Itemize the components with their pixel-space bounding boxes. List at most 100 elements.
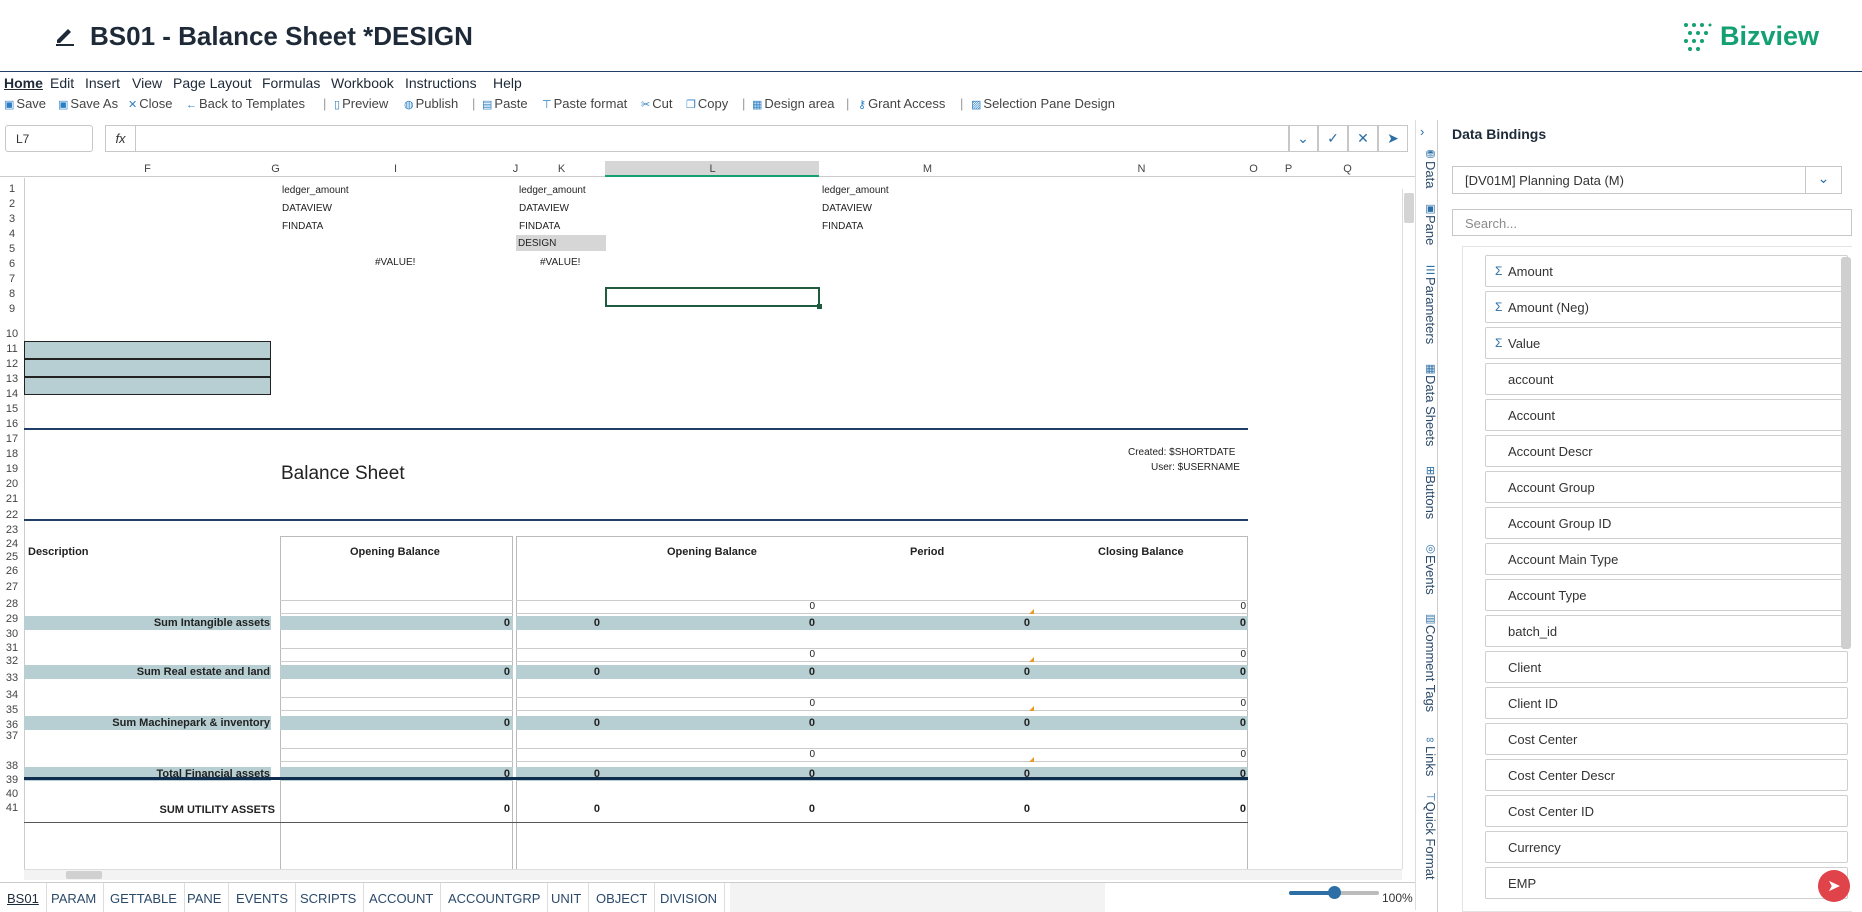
sum-value[interactable]: 0 [460,717,510,729]
row-header-6[interactable]: 6 [0,258,24,270]
sum-value[interactable]: 0 [765,666,815,678]
side-tab-parameters[interactable]: ☰Parameters [1416,264,1438,344]
row-header-2[interactable]: 2 [0,198,24,210]
row-header-12[interactable]: 12 [0,358,24,370]
tab-division[interactable]: DIVISION [653,883,726,912]
cell-k1[interactable]: ledger_amount [519,185,586,196]
sum-value[interactable]: 0 [980,717,1030,729]
col-l[interactable]: L [705,163,720,175]
row-header-38[interactable]: 38 [0,760,24,772]
detail-value[interactable]: 0 [1196,601,1246,612]
menu-workbook[interactable]: Workbook [331,75,394,91]
side-tab-data[interactable]: ⛃Data [1416,148,1438,188]
input-cell[interactable] [516,648,606,662]
side-tab-data-sheets[interactable]: ▦Data Sheets [1416,362,1438,447]
horizontal-scrollbar[interactable] [24,869,1402,880]
input-cell[interactable] [820,748,1035,762]
col-o[interactable]: O [1246,163,1261,175]
header-closing-balance[interactable]: Closing Balance [1098,546,1184,558]
row-header-17[interactable]: 17 [0,433,24,445]
tab-accountgrp[interactable]: ACCOUNTGRP [441,883,549,912]
side-tab-buttons[interactable]: ⊞Buttons [1416,466,1438,519]
detail-value[interactable]: 0 [1196,698,1246,709]
row-header-41[interactable]: 41 [0,802,24,814]
row-header-37[interactable]: 37 [0,730,24,742]
sum-value[interactable]: 0 [460,617,510,629]
report-title[interactable]: Balance Sheet [281,463,405,485]
colored-cell[interactable] [24,377,271,395]
send-icon[interactable]: ➤ [1378,125,1408,152]
paste-format-button[interactable]: ⊤ Paste format [542,96,627,111]
tab-events[interactable]: EVENTS [229,883,297,912]
close-button[interactable]: ✕ Close [128,96,172,111]
field-item[interactable]: Account [1485,399,1848,431]
row-header-19[interactable]: 19 [0,463,24,475]
row-header-7[interactable]: 7 [0,273,24,285]
row-header-27[interactable]: 27 [0,581,24,593]
zoom-slider[interactable] [1289,886,1379,899]
chevron-down-icon[interactable]: ⌄ [1805,167,1841,193]
col-i[interactable]: I [388,163,403,175]
sum-value[interactable]: 0 [550,617,600,629]
header-opening-balance-1[interactable]: Opening Balance [350,546,440,558]
sum-utility-value[interactable]: 0 [980,803,1030,815]
menu-edit[interactable]: Edit [50,75,74,91]
cancel-icon[interactable]: ✕ [1348,125,1378,152]
tab-gettable[interactable]: GETTABLE [103,883,185,912]
cell-m2[interactable]: DATAVIEW [822,203,872,214]
field-item[interactable]: Account Main Type [1485,543,1848,575]
sum-value[interactable]: 0 [1196,666,1246,678]
header-description[interactable]: Description [28,546,89,558]
input-cell[interactable] [820,697,1035,711]
design-area-button[interactable]: ▦ Design area [752,96,835,111]
row-header-1[interactable]: 1 [0,183,24,195]
menu-home[interactable]: Home [4,75,43,91]
sum-row-label[interactable]: Sum Machinepark & inventory [60,717,270,729]
menu-formulas[interactable]: Formulas [262,75,320,91]
row-header-18[interactable]: 18 [0,448,24,460]
header-period[interactable]: Period [910,546,944,558]
row-header-3[interactable]: 3 [0,213,24,225]
sum-utility-value[interactable]: 0 [550,803,600,815]
input-cell[interactable] [516,697,606,711]
chevron-right-icon[interactable]: › [1420,124,1424,139]
tab-unit[interactable]: UNIT [544,883,590,912]
horizontal-scroll-thumb[interactable] [66,871,102,879]
function-button[interactable]: fx [105,125,135,152]
row-header-13[interactable]: 13 [0,373,24,385]
field-item[interactable]: Client ID [1485,687,1848,719]
col-q[interactable]: Q [1340,163,1355,175]
cell-i5[interactable]: #VALUE! [375,257,415,268]
field-item[interactable]: Account Group [1485,471,1848,503]
field-item[interactable]: Account Group ID [1485,507,1848,539]
col-k[interactable]: K [554,163,569,175]
field-item[interactable]: account [1485,363,1848,395]
row-header-4[interactable]: 4 [0,228,24,240]
field-item[interactable]: Cost Center ID [1485,795,1848,827]
sum-value[interactable]: 0 [550,717,600,729]
row-header-8[interactable]: 8 [0,288,24,300]
name-box[interactable]: L7 [5,125,93,152]
cut-button[interactable]: ✂ Cut [641,96,672,111]
row-header-30[interactable]: 30 [0,628,24,640]
sum-value[interactable]: 0 [980,666,1030,678]
sum-value[interactable]: 0 [980,617,1030,629]
detail-value[interactable]: 0 [1196,649,1246,660]
row-header-28[interactable]: 28 [0,598,24,610]
cell-k5[interactable]: #VALUE! [540,257,580,268]
field-item[interactable]: Σ Amount [1485,255,1848,287]
save-as-button[interactable]: ▣ Save As [58,96,118,111]
row-header-26[interactable]: 26 [0,565,24,577]
colored-cell[interactable] [24,341,271,359]
row-header-35[interactable]: 35 [0,704,24,716]
field-item[interactable]: Currency [1485,831,1848,863]
save-button[interactable]: ▣ Save [4,96,46,111]
field-item[interactable]: EMP [1485,867,1848,899]
sum-value[interactable]: 0 [460,666,510,678]
vertical-scrollbar[interactable] [1402,189,1415,869]
input-cell[interactable] [280,648,513,662]
row-header-34[interactable]: 34 [0,689,24,701]
field-item[interactable]: Client [1485,651,1848,683]
input-cell[interactable] [516,748,606,762]
row-header-33[interactable]: 33 [0,672,24,684]
